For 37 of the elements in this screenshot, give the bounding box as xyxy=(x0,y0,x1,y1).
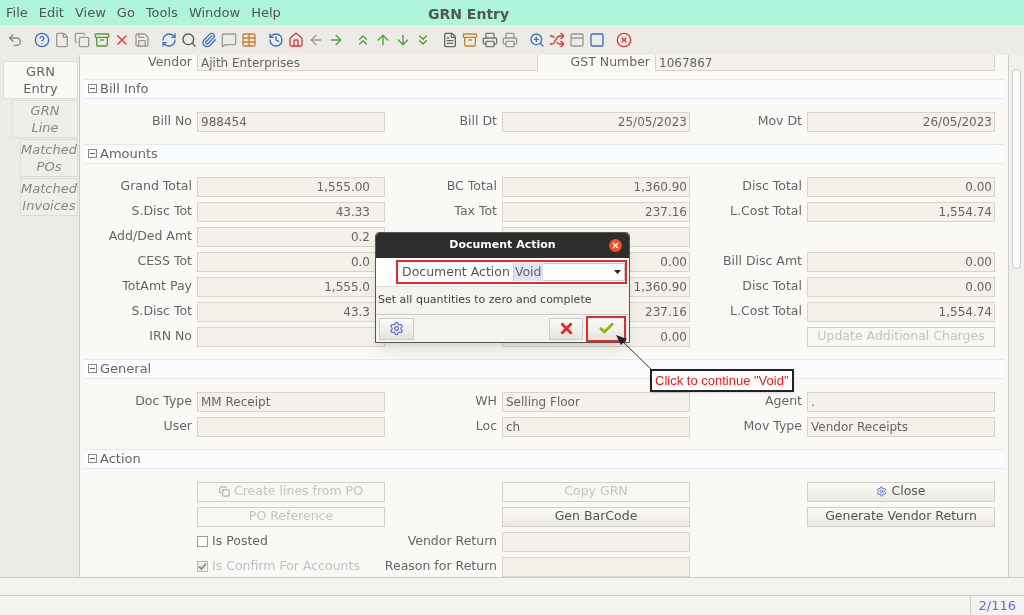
field-label: IRN No xyxy=(149,327,192,346)
field-label: User xyxy=(163,417,192,436)
field-label: Vendor Return xyxy=(407,532,497,551)
section-title: Action xyxy=(100,450,141,468)
checkbox-label: Is Confirm For Accounts xyxy=(212,557,360,576)
field-label: S.Disc Tot xyxy=(131,302,192,321)
field-label: Doc Type xyxy=(135,392,192,411)
field-label: Agent xyxy=(765,392,802,411)
field-label: L.Cost Total xyxy=(730,302,802,321)
record-counter: 2/116 xyxy=(969,596,1024,615)
field-label: Bill Disc Amt xyxy=(722,252,802,271)
field-label: WH xyxy=(475,392,497,411)
field-label: Tax Tot xyxy=(454,202,497,221)
section-title: General xyxy=(100,360,152,378)
dialog-title: Document Action xyxy=(449,237,556,254)
section-title: Amounts xyxy=(100,145,158,163)
field-label: Add/Ded Amt xyxy=(108,227,192,246)
field-label: Document Action xyxy=(402,262,511,281)
window-title: GRN Entry xyxy=(428,5,510,24)
field-label: Bill No xyxy=(152,112,192,131)
field-label: Grand Total xyxy=(120,177,192,196)
field-label: L.Cost Total xyxy=(730,202,802,221)
field-label: Mov Type xyxy=(743,417,802,436)
checkbox-label: Is Posted xyxy=(212,532,268,551)
field-label: BC Total xyxy=(446,177,497,196)
field-label: Disc Total xyxy=(742,277,802,296)
field-label: Mov Dt xyxy=(757,112,802,131)
field-label: Reason for Return xyxy=(384,557,497,576)
field-label: Vendor xyxy=(148,55,192,71)
field-label: CESS Tot xyxy=(137,252,192,271)
field-label: S.Disc Tot xyxy=(131,202,192,221)
field-label: Bill Dt xyxy=(459,112,497,131)
field-label: Loc xyxy=(475,417,497,436)
field-label: TotAmt Pay xyxy=(122,277,192,296)
section-title: Bill Info xyxy=(100,80,149,98)
field-label: GST Number xyxy=(570,55,650,71)
field-label: Disc Total xyxy=(742,177,802,196)
